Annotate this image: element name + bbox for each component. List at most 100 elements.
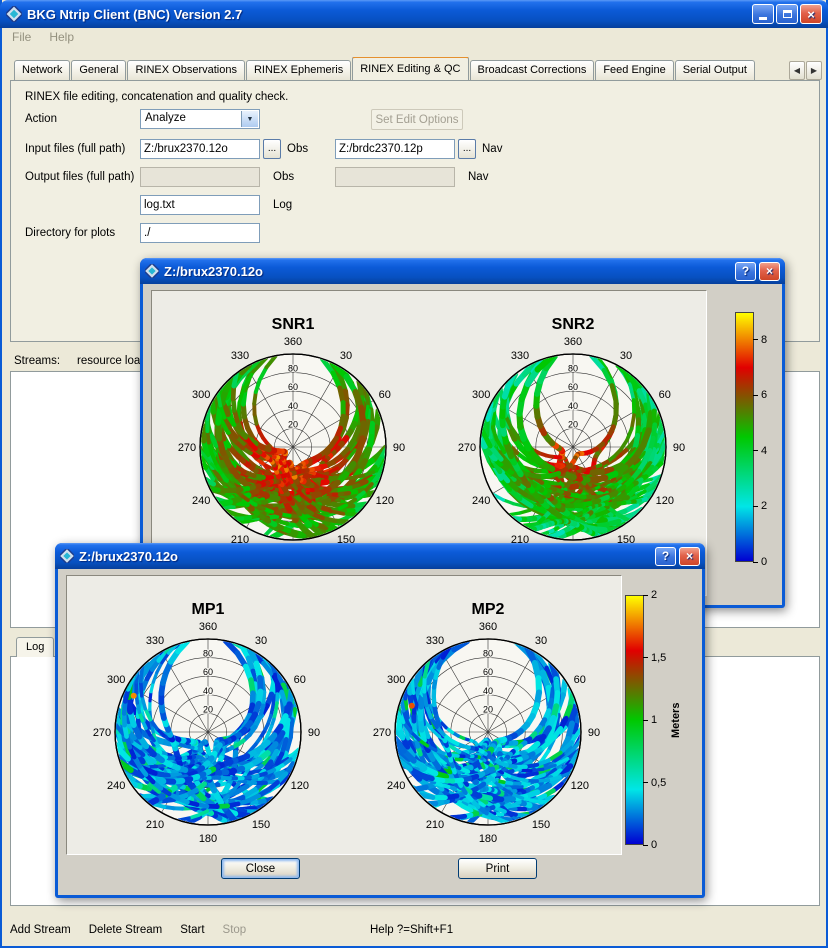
help-button[interactable]: ?	[735, 262, 756, 281]
svg-text:150: 150	[252, 819, 270, 831]
tab-rinex-ephemeris[interactable]: RINEX Ephemeris	[246, 60, 351, 80]
mp-window-titlebar[interactable]: Z:/brux2370.12o ? ×	[55, 543, 705, 569]
svg-text:300: 300	[107, 674, 125, 686]
tab-rinex-editing-qc[interactable]: RINEX Editing & QC	[352, 57, 468, 80]
svg-text:60: 60	[483, 667, 493, 677]
close-icon: ×	[686, 549, 693, 563]
snr-window-title: Z:/brux2370.12o	[164, 264, 263, 279]
tab-network[interactable]: Network	[14, 60, 70, 80]
svg-text:80: 80	[203, 649, 213, 659]
output-nav-field	[335, 167, 455, 187]
output-obs-tag: Obs	[273, 171, 294, 183]
statusbar-action-stop: Stop	[223, 924, 247, 936]
bnc-icon	[60, 549, 74, 563]
svg-text:SNR1: SNR1	[272, 316, 315, 333]
statusbar-action-add-stream[interactable]: Add Stream	[10, 924, 71, 936]
svg-text:120: 120	[656, 495, 674, 507]
svg-text:30: 30	[255, 635, 267, 647]
svg-text:180: 180	[199, 833, 217, 845]
action-label: Action	[25, 113, 57, 125]
close-button[interactable]: ×	[759, 262, 780, 281]
tab-rinex-observations[interactable]: RINEX Observations	[127, 60, 244, 80]
arrow-right-icon: ▶	[811, 66, 817, 75]
svg-text:240: 240	[107, 780, 125, 792]
action-value: Analyze	[145, 112, 186, 124]
tab-serial-output[interactable]: Serial Output	[675, 60, 755, 80]
svg-text:60: 60	[568, 382, 578, 392]
chevron-down-icon[interactable]: ▼	[241, 111, 258, 127]
plots-dir-field[interactable]	[140, 223, 260, 243]
tab-feed-engine[interactable]: Feed Engine	[595, 60, 673, 80]
tab-general[interactable]: General	[71, 60, 126, 80]
close-button[interactable]: ×	[800, 4, 822, 24]
statusbar-action-delete-stream[interactable]: Delete Stream	[89, 924, 163, 936]
input-nav-field[interactable]	[335, 139, 455, 159]
browse-obs-button[interactable]: ...	[263, 139, 281, 159]
streams-label: Streams:	[14, 355, 60, 367]
svg-text:80: 80	[483, 649, 493, 659]
svg-text:330: 330	[426, 635, 444, 647]
svg-text:360: 360	[284, 336, 302, 348]
tab-log[interactable]: Log	[16, 637, 54, 657]
svg-text:120: 120	[376, 495, 394, 507]
svg-text:240: 240	[387, 780, 405, 792]
menu-file[interactable]: File	[12, 30, 31, 44]
tab-scroll-left-button[interactable]: ◀	[789, 61, 805, 80]
input-obs-tag: Obs	[287, 143, 308, 155]
svg-text:270: 270	[93, 727, 111, 739]
svg-text:120: 120	[571, 780, 589, 792]
tab-broadcast-corrections[interactable]: Broadcast Corrections	[470, 60, 595, 80]
output-files-label: Output files (full path)	[25, 171, 134, 183]
help-button[interactable]: ?	[655, 547, 676, 566]
minimize-button[interactable]	[752, 4, 774, 24]
svg-text:150: 150	[532, 819, 550, 831]
svg-text:20: 20	[568, 419, 578, 429]
close-button[interactable]: ×	[679, 547, 700, 566]
arrow-left-icon: ◀	[794, 66, 800, 75]
tab-scroll-right-button[interactable]: ▶	[806, 61, 822, 80]
input-files-label: Input files (full path)	[25, 143, 125, 155]
plots-dir-label: Directory for plots	[25, 227, 115, 239]
snr-window-titlebar[interactable]: Z:/brux2370.12o ? ×	[140, 258, 785, 284]
tab-scrollers: ◀ ▶	[788, 61, 822, 80]
browse-nav-button[interactable]: ...	[458, 139, 476, 159]
svg-text:60: 60	[294, 674, 306, 686]
action-select[interactable]: Analyze ▼	[140, 109, 260, 129]
maximize-button[interactable]	[776, 4, 798, 24]
svg-text:40: 40	[203, 686, 213, 696]
svg-text:210: 210	[426, 819, 444, 831]
svg-text:SNR2: SNR2	[552, 316, 595, 333]
svg-text:60: 60	[203, 667, 213, 677]
input-obs-field[interactable]	[140, 139, 260, 159]
maximize-icon	[783, 10, 792, 18]
print-plot-button[interactable]: Print	[458, 858, 537, 879]
mp-window-title: Z:/brux2370.12o	[79, 549, 178, 564]
svg-text:20: 20	[483, 704, 493, 714]
svg-text:120: 120	[291, 780, 309, 792]
minimize-icon	[759, 17, 767, 20]
window-titlebar[interactable]: BKG Ntrip Client (BNC) Version 2.7 ×	[0, 0, 828, 28]
snr2-skyplot: SNR2306090120150180210240270300330360204…	[438, 295, 707, 565]
statusbar-help: Help ?=Shift+F1	[370, 924, 453, 936]
svg-text:60: 60	[659, 389, 671, 401]
menu-help[interactable]: Help	[49, 30, 74, 44]
input-nav-tag: Nav	[482, 143, 502, 155]
logfile-field[interactable]	[140, 195, 260, 215]
statusbar-action-start[interactable]: Start	[180, 924, 204, 936]
panel-description: RINEX file editing, concatenation and qu…	[25, 91, 288, 103]
svg-text:60: 60	[288, 382, 298, 392]
streams-status: resource load	[77, 355, 147, 367]
mp-plot-area: MP13060901201501802102402703003303602040…	[66, 575, 622, 855]
svg-text:MP1: MP1	[192, 601, 225, 618]
set-edit-options-button: Set Edit Options	[371, 109, 463, 130]
mp-dialog-body: MP13060901201501802102402703003303602040…	[58, 569, 702, 895]
svg-text:360: 360	[479, 621, 497, 633]
svg-text:20: 20	[288, 419, 298, 429]
colorbar-unit-label: Meters	[670, 595, 684, 845]
svg-text:360: 360	[199, 621, 217, 633]
svg-text:360: 360	[564, 336, 582, 348]
close-plot-button[interactable]: Close	[221, 858, 300, 879]
svg-text:300: 300	[472, 389, 490, 401]
svg-text:80: 80	[568, 364, 578, 374]
status-bar: Add Stream Delete Stream Start Stop Help ?=…	[2, 918, 826, 946]
